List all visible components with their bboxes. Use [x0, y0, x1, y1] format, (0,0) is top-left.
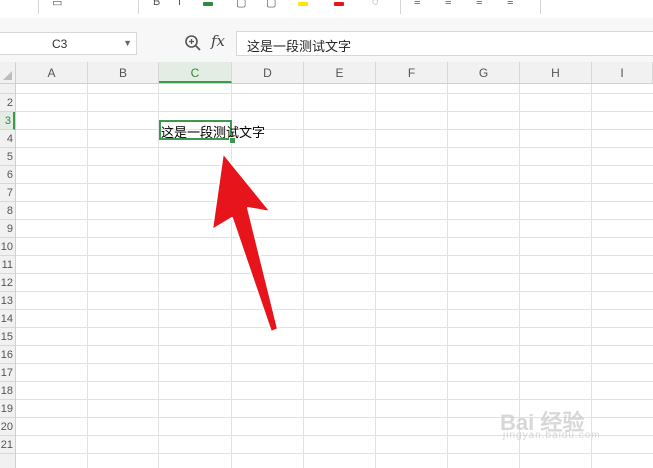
row-header[interactable]: 13	[0, 292, 15, 310]
grid-line	[16, 111, 653, 112]
grid-line	[447, 84, 448, 468]
row-header[interactable]: 18	[0, 382, 15, 400]
grid-line	[158, 84, 159, 468]
grid-line	[16, 93, 653, 94]
select-all-corner[interactable]	[0, 62, 16, 84]
fill-color-icon[interactable]	[298, 2, 308, 6]
grid-line	[16, 309, 653, 310]
row-header[interactable]	[0, 84, 15, 94]
ribbon-toolbar: ▭ B I ▢ ▢ ◌ ≡ ≡ ≡ ≡	[0, 0, 653, 19]
toolbar-separator	[38, 0, 39, 14]
column-header-a[interactable]: A	[16, 62, 88, 83]
row-header[interactable]: 5	[0, 148, 15, 166]
row-header[interactable]: 21	[0, 436, 15, 454]
row-header[interactable]: 20	[0, 418, 15, 436]
row-header[interactable]: 12	[0, 274, 15, 292]
grid-line	[375, 84, 376, 468]
grid-line	[16, 183, 653, 184]
italic-icon[interactable]: I	[178, 0, 181, 8]
bold-icon[interactable]: B	[153, 0, 160, 8]
row-header[interactable]: 2	[0, 94, 15, 112]
row-header[interactable]: 9	[0, 220, 15, 238]
name-box-value: C3	[52, 37, 68, 51]
format-painter-icon[interactable]: ▭	[52, 0, 62, 9]
row-header[interactable]: 6	[0, 166, 15, 184]
row-header-active[interactable]: 3	[0, 112, 15, 130]
grid-line	[16, 237, 653, 238]
column-header-h[interactable]: H	[520, 62, 592, 83]
grid-line	[16, 201, 653, 202]
grid-line	[16, 345, 653, 346]
column-header-d[interactable]: D	[232, 62, 304, 83]
cell-c3-text: 这是一段测试文字	[161, 125, 266, 140]
align-left-icon[interactable]: ≡	[414, 0, 420, 8]
row-header[interactable]: 10	[0, 238, 15, 256]
align-center-icon[interactable]: ≡	[445, 0, 451, 8]
grid-line	[16, 273, 653, 274]
merge-icon[interactable]: ▢	[266, 0, 276, 9]
grid-line	[16, 381, 653, 382]
formula-value: 这是一段测试文字	[247, 39, 352, 54]
row-header[interactable]: 8	[0, 202, 15, 220]
font-color-icon[interactable]	[334, 2, 344, 6]
formula-bar-row: C3 ▼ fx 这是一段测试文字	[0, 18, 653, 62]
underline-icon[interactable]	[203, 2, 213, 6]
row-header[interactable]: 7	[0, 184, 15, 202]
select-all-icon	[3, 71, 12, 80]
row-header[interactable]: 17	[0, 364, 15, 382]
column-headers: A B C D E F G H I	[16, 62, 653, 84]
name-box[interactable]: C3 ▼	[0, 32, 137, 55]
clear-format-icon[interactable]: ◌	[372, 0, 379, 8]
grid-line	[16, 255, 653, 256]
row-header[interactable]: 11	[0, 256, 15, 274]
row-header[interactable]: 19	[0, 400, 15, 418]
grid-line	[303, 84, 304, 468]
grid-line	[16, 129, 653, 130]
watermark-url: jingyan.baidu.com	[503, 430, 601, 441]
grid-line	[16, 291, 653, 292]
column-header-i[interactable]: I	[592, 62, 653, 83]
grid-line	[87, 84, 88, 468]
chevron-down-icon[interactable]: ▼	[123, 38, 132, 48]
row-header[interactable]: 4	[0, 130, 15, 148]
row-header[interactable]: 15	[0, 328, 15, 346]
grid-line	[16, 327, 653, 328]
formula-input[interactable]: 这是一段测试文字	[236, 31, 653, 56]
grid-line	[591, 84, 592, 468]
column-header-e[interactable]: E	[304, 62, 376, 83]
grid-line	[16, 147, 653, 148]
grid-line	[16, 219, 653, 220]
toolbar-separator	[400, 0, 401, 14]
column-header-f[interactable]: F	[376, 62, 448, 83]
column-header-g[interactable]: G	[448, 62, 520, 83]
grid-line	[16, 453, 653, 454]
grid-line	[16, 399, 653, 400]
align-right-icon[interactable]: ≡	[476, 0, 482, 8]
row-header[interactable]: 14	[0, 310, 15, 328]
column-header-c[interactable]: C	[159, 62, 232, 83]
row-header[interactable]: 16	[0, 346, 15, 364]
grid-line	[16, 363, 653, 364]
grid-line	[16, 165, 653, 166]
zoom-icon[interactable]	[184, 34, 202, 52]
toolbar-separator	[540, 0, 541, 14]
row-headers: 2 3 4 5 6 7 8 9 10 11 12 13 14 15 16 17 …	[0, 84, 16, 468]
justify-icon[interactable]: ≡	[507, 0, 513, 8]
fx-label[interactable]: fx	[211, 32, 225, 50]
border-icon[interactable]: ▢	[236, 0, 246, 9]
toolbar-separator	[138, 0, 139, 14]
column-header-b[interactable]: B	[88, 62, 159, 83]
